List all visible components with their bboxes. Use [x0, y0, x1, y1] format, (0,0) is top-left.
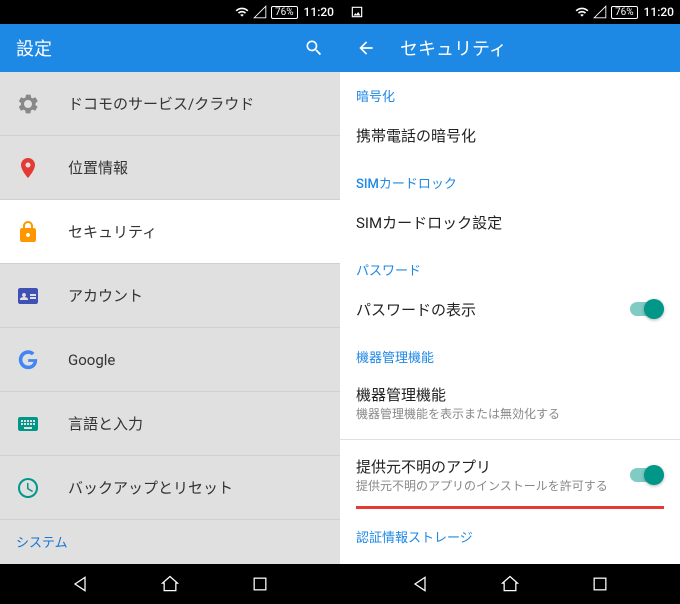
setting-label: SIMカードロック設定 — [356, 212, 664, 233]
settings-item-accounts[interactable]: アカウント — [0, 264, 340, 328]
page-title: 設定 — [16, 35, 280, 61]
settings-item-label: アカウント — [68, 285, 143, 306]
setting-label: 提供元不明のアプリ — [356, 456, 630, 477]
settings-content: ドコモのサービス/クラウド 位置情報 セキュリティ アカウント Google 言… — [0, 72, 340, 564]
settings-item-label: セキュリティ — [68, 221, 157, 242]
setting-desc: 提供元不明のアプリのインストールを許可する — [356, 479, 630, 495]
divider — [340, 439, 680, 440]
gear-icon — [16, 92, 40, 116]
setting-label: 携帯電話の暗号化 — [356, 125, 664, 146]
settings-item-location[interactable]: 位置情報 — [0, 136, 340, 200]
signal-icon — [593, 5, 607, 19]
setting-sim-lock[interactable]: SIMカードロック設定 — [340, 198, 680, 246]
recent-nav-icon[interactable] — [250, 574, 270, 594]
section-sim: SIMカードロック — [340, 159, 680, 198]
setting-show-password[interactable]: パスワードの表示 — [340, 285, 680, 333]
toggle-unknown-sources[interactable] — [630, 465, 664, 485]
setting-device-admin[interactable]: 機器管理機能 機器管理機能を表示または無効化する — [340, 372, 680, 435]
settings-item-backup[interactable]: バックアップとリセット — [0, 456, 340, 520]
toggle-show-password[interactable] — [630, 299, 664, 319]
keyboard-icon — [16, 412, 40, 436]
setting-desc: 機器管理機能を表示または無効化する — [356, 407, 664, 423]
highlight-underline — [356, 506, 664, 509]
back-nav-icon[interactable] — [70, 574, 90, 594]
location-icon — [16, 156, 40, 180]
setting-unknown-sources[interactable]: 提供元不明のアプリ 提供元不明のアプリのインストールを許可する — [340, 444, 680, 507]
settings-item-label: ドコモのサービス/クラウド — [68, 93, 254, 114]
status-time: 11:20 — [644, 5, 674, 19]
settings-item-label: 言語と入力 — [68, 413, 143, 434]
google-icon — [16, 348, 40, 372]
settings-item-language[interactable]: 言語と入力 — [0, 392, 340, 456]
home-nav-icon[interactable] — [500, 574, 520, 594]
nav-bar — [340, 564, 680, 604]
section-credentials: 認証情報ストレージ — [340, 513, 680, 552]
signal-icon — [253, 5, 267, 19]
wifi-icon — [235, 5, 249, 19]
lock-icon — [16, 220, 40, 244]
settings-item-docomo[interactable]: ドコモのサービス/クラウド — [0, 72, 340, 136]
security-content: 暗号化 携帯電話の暗号化 SIMカードロック SIMカードロック設定 パスワード… — [340, 72, 680, 564]
setting-encrypt-phone[interactable]: 携帯電話の暗号化 — [340, 111, 680, 159]
settings-item-label: 位置情報 — [68, 157, 128, 178]
category-system: システム — [0, 520, 340, 555]
app-bar: 設定 — [0, 24, 340, 72]
back-nav-icon[interactable] — [410, 574, 430, 594]
restore-icon — [16, 476, 40, 500]
home-nav-icon[interactable] — [160, 574, 180, 594]
settings-item-label: Google — [68, 351, 115, 369]
settings-item-label: バックアップとリセット — [68, 477, 233, 498]
setting-label: パスワードの表示 — [356, 299, 630, 320]
wifi-icon — [575, 5, 589, 19]
settings-item-google[interactable]: Google — [0, 328, 340, 392]
page-title: セキュリティ — [400, 35, 664, 61]
section-password: パスワード — [340, 246, 680, 285]
phone-right: 76% 11:20 セキュリティ 暗号化 携帯電話の暗号化 SIMカードロック … — [340, 0, 680, 604]
section-encryption: 暗号化 — [340, 72, 680, 111]
setting-label: 機器管理機能 — [356, 384, 664, 405]
account-icon — [16, 284, 40, 308]
image-icon — [350, 5, 364, 19]
search-icon[interactable] — [304, 38, 324, 58]
status-time: 11:20 — [304, 5, 334, 19]
battery-indicator: 76% — [611, 6, 638, 19]
recent-nav-icon[interactable] — [590, 574, 610, 594]
section-admin: 機器管理機能 — [340, 333, 680, 372]
status-bar: 76% 11:20 — [0, 0, 340, 24]
settings-item-security[interactable]: セキュリティ — [0, 200, 340, 264]
nav-bar — [0, 564, 340, 604]
status-bar: 76% 11:20 — [340, 0, 680, 24]
phone-left: 76% 11:20 設定 ドコモのサービス/クラウド 位置情報 セキュリティ ア… — [0, 0, 340, 604]
battery-indicator: 76% — [271, 6, 298, 19]
app-bar: セキュリティ — [340, 24, 680, 72]
back-icon[interactable] — [356, 38, 376, 58]
